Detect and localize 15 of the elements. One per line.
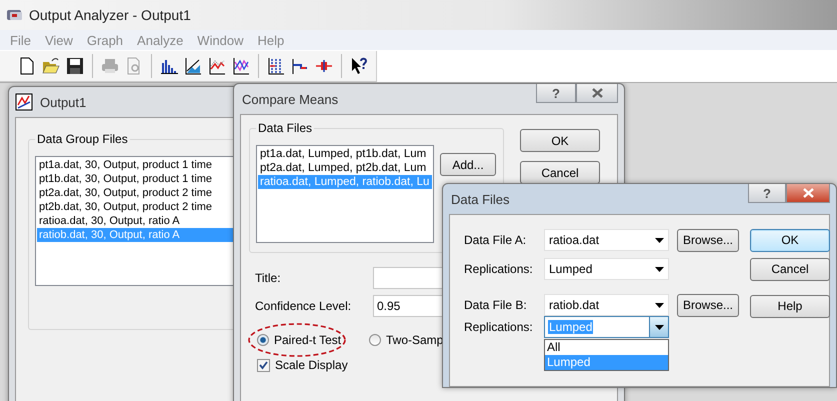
checkbox-label: Scale Display [275,358,348,372]
radio-label: Paired-t Test [274,333,342,347]
group-label: Data Group Files [36,132,129,146]
app-title: Output Analyzer - Output1 [29,7,191,23]
dialog-title: Compare Means [241,92,338,106]
field-label: Replications: [464,262,534,276]
group-label: Data Files [257,121,314,135]
radio-label: Two-Samp [386,333,444,347]
window-title: Output1 [39,94,86,110]
field-label: Confidence Level: [255,299,352,313]
field-label: Replications: [464,320,534,334]
field-label: Data File A: [464,233,528,247]
field-label: Title: [255,271,282,285]
field-label: Data File B: [464,298,528,312]
dialog-title: Data Files [450,192,510,206]
